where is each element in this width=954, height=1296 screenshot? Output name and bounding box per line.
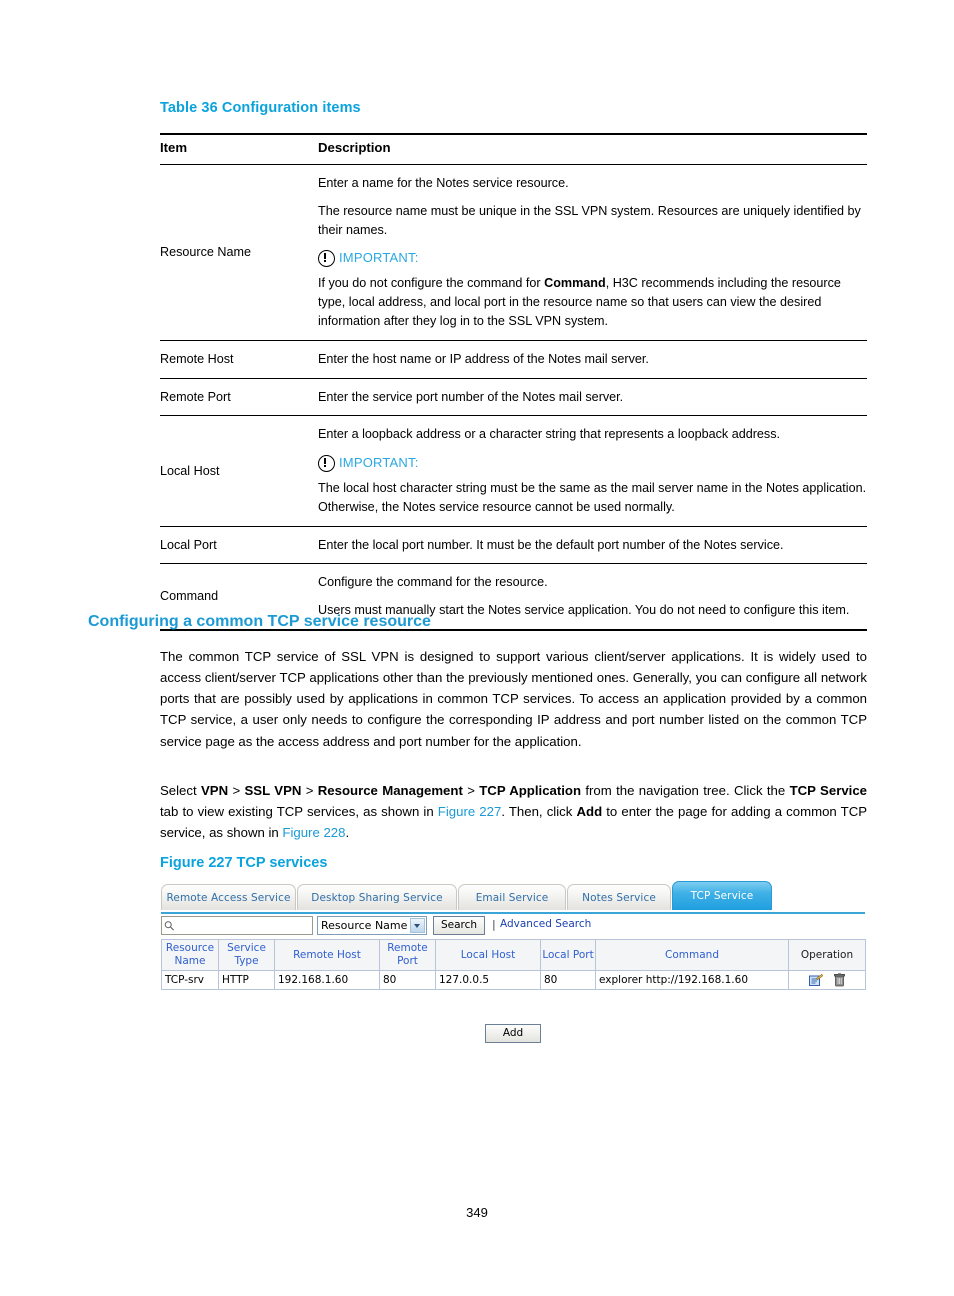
search-input-container[interactable] bbox=[161, 916, 314, 935]
cell-local-port: 80 bbox=[540, 970, 596, 991]
table-row: Local Port Enter the local port number. … bbox=[160, 526, 867, 565]
description-paragraph: Enter the local port number. It must be … bbox=[318, 537, 784, 552]
row-description: Enter the service port number of the Not… bbox=[318, 378, 867, 417]
figure-227-crossref[interactable]: Figure 227 bbox=[438, 804, 502, 819]
figure-caption: Figure 227 TCP services bbox=[160, 855, 328, 871]
search-input[interactable] bbox=[176, 918, 314, 935]
table-row: Remote Port Enter the service port numbe… bbox=[160, 378, 867, 417]
row-item-label: Local Host bbox=[160, 415, 318, 527]
tab-remote-access-service[interactable]: Remote Access Service bbox=[161, 884, 296, 910]
cell-remote-host: 192.168.1.60 bbox=[274, 970, 380, 991]
important-label: IMPORTANT: bbox=[339, 250, 419, 266]
grid-header-remote-port[interactable]: Remote Port bbox=[379, 938, 436, 972]
description-paragraph: Configure the command for the resource. bbox=[318, 575, 548, 590]
cell-local-host: 127.0.0.5 bbox=[435, 970, 541, 991]
navigation-paragraph: Select VPN > SSL VPN > Resource Manageme… bbox=[160, 783, 868, 841]
chevron-down-icon[interactable] bbox=[410, 918, 425, 933]
configuration-items-table: Item Description Resource Name Enter a n… bbox=[160, 132, 867, 632]
important-notice-header: IMPORTANT: bbox=[318, 453, 867, 473]
row-item-label: Resource Name bbox=[160, 164, 318, 341]
row-item-label: Remote Host bbox=[160, 340, 318, 379]
inline-bold-command: Command bbox=[544, 275, 606, 290]
toolbar-separator: | bbox=[492, 918, 496, 931]
delete-icon[interactable] bbox=[834, 973, 846, 987]
nav-add-button-ref: Add bbox=[576, 804, 603, 820]
search-toolbar: Resource Name Search | Advanced Search bbox=[161, 916, 865, 939]
column-header-item: Item bbox=[160, 132, 318, 165]
grid-header-service-type[interactable]: Service Type bbox=[218, 938, 275, 972]
cell-operation bbox=[788, 970, 866, 991]
important-notice-header: IMPORTANT: bbox=[318, 248, 867, 268]
tcp-services-screenshot: Remote Access Service Desktop Sharing Se… bbox=[161, 881, 866, 1052]
tcp-services-grid: Resource Name Service Type Remote Host R… bbox=[161, 938, 866, 991]
nav-step-ssl-vpn: SSL VPN bbox=[244, 783, 302, 798]
tab-tcp-service[interactable]: TCP Service bbox=[672, 881, 772, 910]
description-paragraph: Enter a loopback address or a character … bbox=[318, 427, 781, 442]
grid-header-operation: Operation bbox=[788, 938, 866, 972]
add-button[interactable]: Add bbox=[485, 1024, 541, 1043]
advanced-search-link[interactable]: Advanced Search bbox=[500, 918, 591, 930]
exclamation-circle-icon bbox=[318, 454, 335, 472]
exclamation-circle-icon bbox=[318, 249, 335, 267]
intro-paragraph: The common TCP service of SSL VPN is des… bbox=[160, 649, 867, 749]
document-page: Table 36 Configuration items Item Descri… bbox=[0, 0, 954, 1296]
important-label: IMPORTANT: bbox=[339, 455, 419, 471]
description-paragraph: Enter the service port number of the Not… bbox=[318, 389, 624, 404]
page-number: 349 bbox=[466, 1205, 488, 1220]
search-field-select[interactable]: Resource Name bbox=[317, 916, 427, 935]
tab-email-service[interactable]: Email Service bbox=[458, 884, 566, 910]
table-caption: Table 36 Configuration items bbox=[160, 100, 361, 116]
cell-resource-name: TCP-srv bbox=[161, 970, 219, 991]
column-header-description: Description bbox=[318, 132, 867, 165]
nav-tab-tcp-service: TCP Service bbox=[789, 783, 867, 798]
row-description: Enter a loopback address or a character … bbox=[318, 415, 867, 527]
table-row: Remote Host Enter the host name or IP ad… bbox=[160, 340, 867, 379]
cell-remote-port: 80 bbox=[379, 970, 436, 991]
table-row: Local Host Enter a loopback address or a… bbox=[160, 415, 867, 527]
cell-service-type: HTTP bbox=[218, 970, 275, 991]
grid-header-row: Resource Name Service Type Remote Host R… bbox=[161, 938, 866, 972]
search-button[interactable]: Search bbox=[433, 916, 485, 935]
important-notice-body: The local host character string must be … bbox=[318, 480, 867, 514]
tab-notes-service[interactable]: Notes Service bbox=[567, 884, 671, 910]
section-heading: Configuring a common TCP service resourc… bbox=[88, 613, 431, 630]
description-paragraph: Enter a name for the Notes service resou… bbox=[318, 175, 569, 190]
important-notice-body: If you do not configure the command for … bbox=[318, 275, 841, 328]
grid-header-remote-host[interactable]: Remote Host bbox=[274, 938, 380, 972]
grid-header-resource-name[interactable]: Resource Name bbox=[161, 938, 219, 972]
tab-desktop-sharing-service[interactable]: Desktop Sharing Service bbox=[297, 884, 457, 910]
grid-header-command[interactable]: Command bbox=[595, 938, 789, 972]
table-row: Resource Name Enter a name for the Notes… bbox=[160, 164, 867, 341]
row-item-label: Remote Port bbox=[160, 378, 318, 417]
row-item-label: Local Port bbox=[160, 526, 318, 565]
search-icon bbox=[164, 921, 174, 931]
nav-step-tcp-application: TCP Application bbox=[479, 783, 582, 798]
figure-228-crossref[interactable]: Figure 228 bbox=[282, 825, 345, 840]
grid-header-local-port[interactable]: Local Port bbox=[540, 938, 596, 972]
search-field-select-value: Resource Name bbox=[321, 919, 408, 932]
nav-step-resource-management: Resource Management bbox=[317, 783, 463, 798]
row-description: Enter the host name or IP address of the… bbox=[318, 340, 867, 379]
row-description: Enter a name for the Notes service resou… bbox=[318, 164, 867, 341]
nav-step-vpn: VPN bbox=[201, 783, 229, 798]
grid-header-local-host[interactable]: Local Host bbox=[435, 938, 541, 972]
description-paragraph: Enter the host name or IP address of the… bbox=[318, 351, 649, 366]
edit-icon[interactable] bbox=[808, 973, 823, 987]
cell-command: explorer http://192.168.1.60 bbox=[595, 970, 789, 991]
description-paragraph: The resource name must be unique in the … bbox=[318, 203, 861, 237]
table-header-row: Item Description bbox=[160, 132, 867, 165]
row-description: Enter the local port number. It must be … bbox=[318, 526, 867, 565]
table-row: TCP-srv HTTP 192.168.1.60 80 127.0.0.5 8… bbox=[161, 970, 866, 991]
service-tab-bar: Remote Access Service Desktop Sharing Se… bbox=[161, 881, 865, 914]
